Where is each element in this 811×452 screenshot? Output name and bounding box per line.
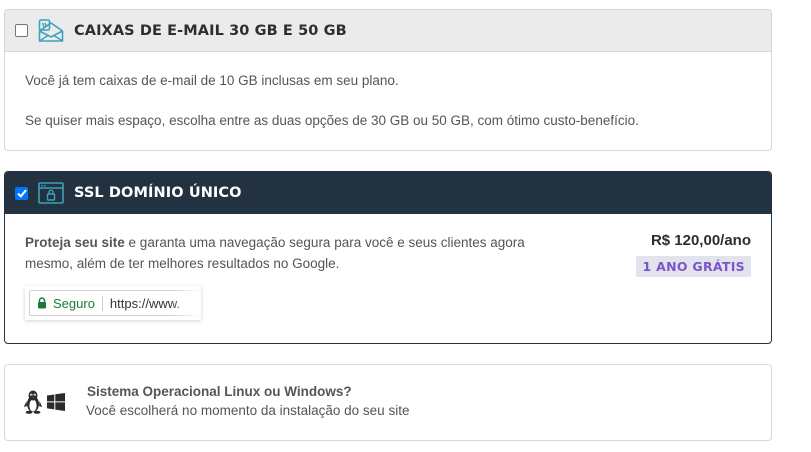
windows-icon [47,393,65,416]
url-text: https://www. [109,295,180,311]
email-boxes-card: CAIXAS DE E-MAIL 30 GB E 50 GB Você já t… [4,9,772,151]
ssl-price: R$ 120,00/ano [650,232,751,249]
ssl-lead-bold: Proteja seu site [25,235,125,250]
padlock-icon [37,297,47,309]
address-divider [101,295,103,311]
ssl-description-line2: mesmo, além de ter melhores resultados n… [25,256,340,271]
email-boxes-line2: Se quiser mais espaço, escolha entre as … [25,113,639,128]
os-card: Sistema Operacional Linux ou Windows? Vo… [4,364,772,441]
ssl-browser-lock-icon [38,182,64,204]
os-subtitle: Você escolherá no momento da instalação … [86,403,410,418]
secure-label: Seguro [53,295,95,311]
os-title: Sistema Operacional Linux ou Windows? [87,384,352,399]
linux-tux-icon [23,390,43,419]
ssl-checkbox[interactable] [15,186,28,200]
email-boxes-title: CAIXAS DE E-MAIL 30 GB E 50 GB [74,22,347,39]
free-year-badge: 1 ANO GRÁTIS [636,256,751,277]
ssl-card: SSL DOMÍNIO ÚNICO Proteja seu site e gar… [4,171,772,344]
email-boxes-icon [38,18,64,43]
email-boxes-header[interactable]: CAIXAS DE E-MAIL 30 GB E 50 GB [5,10,771,52]
ssl-header[interactable]: SSL DOMÍNIO ÚNICO [5,172,771,214]
ssl-title: SSL DOMÍNIO ÚNICO [74,185,242,201]
ssl-description-line1: Proteja seu site e garanta uma navegação… [25,235,525,250]
url-fade [171,286,201,320]
email-boxes-line1: Você já tem caixas de e-mail de 10 GB in… [25,73,399,88]
email-boxes-checkbox[interactable] [15,24,28,37]
ssl-line1-rest: e garanta uma navegação segura para você… [124,235,525,250]
secure-url-illustration: Seguro https://www. [25,286,201,320]
